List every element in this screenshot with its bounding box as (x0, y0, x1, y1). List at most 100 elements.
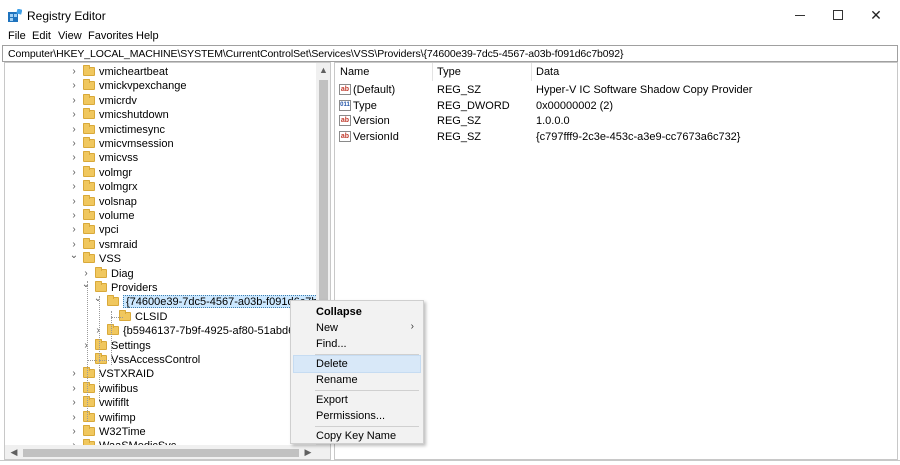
chevron-right-icon[interactable]: › (69, 108, 79, 122)
tree-item-label: VssAccessControl (111, 354, 201, 366)
tree-item-label: vmicvmsession (99, 138, 174, 150)
chevron-down-icon[interactable]: ⌄ (93, 292, 103, 306)
tree-item[interactable]: › vmicshutdown (5, 108, 317, 122)
value-row[interactable]: ab Version REG_SZ 1.0.0.0 (335, 113, 895, 129)
chevron-right-icon[interactable]: › (69, 425, 79, 439)
chevron-down-icon[interactable]: ⌄ (81, 278, 91, 292)
context-menu: Collapse New › Find... Delete Rename Exp… (290, 300, 424, 444)
chevron-right-icon[interactable]: › (93, 324, 103, 338)
context-item-export[interactable]: Export (294, 392, 420, 408)
chevron-right-icon[interactable]: › (69, 223, 79, 237)
chevron-right-icon[interactable]: › (69, 367, 79, 381)
scroll-left-icon[interactable]: ◀ (7, 445, 21, 459)
chevron-right-icon[interactable]: › (69, 180, 79, 194)
value-data-cell: Hyper-V IC Software Shadow Copy Provider (536, 84, 753, 96)
scroll-right-icon[interactable]: ▶ (301, 445, 315, 459)
chevron-right-icon[interactable]: › (69, 123, 79, 137)
folder-icon (83, 223, 95, 235)
chevron-right-icon[interactable]: › (69, 195, 79, 209)
chevron-right-icon[interactable]: › (69, 151, 79, 165)
value-data-cell: 0x00000002 (2) (536, 99, 614, 112)
tree-item-label: vmicheartbeat (99, 66, 169, 78)
chevron-right-icon[interactable]: › (69, 382, 79, 396)
tree-horizontal-scrollbar[interactable]: ◀ ▶ (5, 445, 330, 459)
close-button[interactable]: ✕ (853, 0, 899, 30)
tree-item-label: CLSID (135, 310, 168, 323)
tree-item-label: vmickvpexchange (99, 80, 187, 93)
key-tree-pane[interactable]: › vmicheartbeat › vmickvpexchange › vmicrdv › v… (4, 62, 331, 460)
tree-item[interactable]: › vpci (5, 223, 317, 237)
column-header-name[interactable]: Name (340, 66, 369, 78)
chevron-right-icon[interactable]: › (69, 166, 79, 180)
context-item-permissions[interactable]: Permissions... (294, 408, 420, 424)
tree-item[interactable]: › vmicheartbeat (5, 65, 317, 79)
context-item-new[interactable]: New › (294, 320, 420, 336)
column-divider[interactable] (531, 63, 532, 81)
tree-item[interactable]: › vmicvss (5, 151, 317, 165)
menu-help[interactable]: Help (136, 30, 159, 42)
tree-item[interactable]: › VSTXRAID (5, 367, 317, 381)
tree-item-label: VSS (99, 253, 122, 266)
chevron-right-icon[interactable]: › (81, 339, 91, 353)
value-row[interactable]: ab (Default) REG_SZ Hyper-V IC Software Sha… (335, 82, 895, 98)
tree-item[interactable]: › vwifibus (5, 381, 317, 396)
tree-item[interactable]: › volmgrx (5, 180, 317, 194)
menu-favorites[interactable]: Favorites (88, 30, 133, 42)
chevron-right-icon[interactable]: › (69, 79, 79, 93)
folder-icon (83, 137, 95, 148)
tree-item[interactable]: ⌄ {74600e39-7dc5-4567-a03b-f091d6c7b092} (5, 292, 330, 309)
value-row[interactable]: ab VersionId REG_SZ {c797fff9-2c3e-453c-a3e… (335, 129, 895, 145)
context-item-find[interactable]: Find... (294, 336, 420, 352)
chevron-down-icon[interactable]: ⌄ (69, 249, 79, 263)
scroll-up-icon[interactable]: ▲ (316, 63, 330, 78)
chevron-right-icon[interactable]: › (69, 94, 79, 108)
folder-icon (83, 425, 95, 436)
context-item-label: Delete (316, 358, 348, 370)
tree-item-label: Providers (111, 282, 158, 294)
folder-icon (83, 410, 95, 422)
tree-item[interactable]: VssAccessControl (5, 353, 317, 367)
context-item-label: New (316, 322, 339, 334)
menu-file[interactable]: File (8, 30, 26, 42)
tree-item[interactable]: › vwififlt (5, 396, 317, 410)
context-item-collapse[interactable]: Collapse (294, 304, 420, 320)
chevron-right-icon[interactable]: › (69, 209, 79, 223)
context-item-label: Permissions... (316, 410, 386, 422)
context-item-copy-key-name[interactable]: Copy Key Name (294, 428, 420, 444)
tree-guide-line (111, 311, 112, 365)
context-item-delete[interactable]: Delete (293, 355, 421, 373)
chevron-right-icon[interactable]: › (69, 396, 79, 410)
tree-item[interactable]: ⌄ VSS (5, 249, 317, 266)
scroll-thumb[interactable] (23, 449, 299, 457)
column-header-type[interactable]: Type (437, 66, 461, 78)
column-header-data[interactable]: Data (536, 66, 559, 78)
chevron-right-icon[interactable]: › (69, 411, 79, 425)
submenu-arrow-icon: › (410, 321, 414, 332)
tree-item[interactable]: › vwifimp (5, 410, 317, 425)
tree-item[interactable]: › Diag (5, 266, 317, 281)
tree-item[interactable]: › volmgr (5, 165, 317, 180)
registry-editor-icon (8, 9, 22, 22)
tree-guide-line (87, 360, 97, 361)
column-divider[interactable] (432, 63, 433, 81)
address-bar[interactable]: Computer\HKEY_LOCAL_MACHINE\SYSTEM\Curre… (2, 45, 898, 62)
tree-item[interactable]: › W32Time (5, 425, 317, 439)
tree-item[interactable]: › volume (5, 209, 317, 223)
chevron-right-icon[interactable]: › (69, 65, 79, 79)
chevron-right-icon[interactable]: › (69, 137, 79, 151)
tree-item[interactable]: › Settings (5, 338, 317, 353)
tree-item[interactable]: › vmicrdv (5, 93, 317, 108)
tree-item[interactable]: › vsmraid (5, 237, 317, 252)
tree-item[interactable]: › vmicvmsession (5, 137, 317, 151)
tree-guide-line (99, 296, 100, 400)
tree-item[interactable]: › vmickvpexchange (5, 79, 317, 93)
tree-item[interactable]: CLSID (5, 309, 317, 324)
menu-view[interactable]: View (58, 30, 82, 42)
tree-item[interactable]: › vmictimesync (5, 122, 317, 137)
tree-item[interactable]: ⌄ Providers (5, 278, 317, 295)
tree-item[interactable]: › volsnap (5, 194, 317, 209)
menu-edit[interactable]: Edit (32, 30, 51, 42)
tree-item[interactable]: › {b5946137-7b9f-4925-af80-51abd60b20d5} (5, 324, 330, 338)
value-row[interactable]: 011 Type REG_DWORD 0x00000002 (2) (335, 98, 895, 114)
context-item-rename[interactable]: Rename (294, 372, 420, 388)
